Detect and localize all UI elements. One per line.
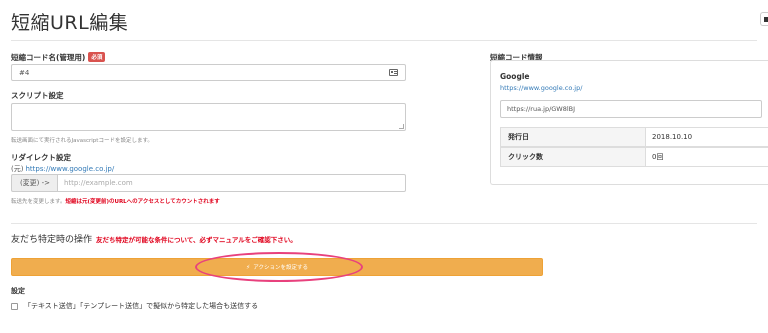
script-textarea[interactable] <box>11 103 406 131</box>
redirect-help-text: 転送先を変更します。 <box>11 199 66 205</box>
stat-value: 0回 <box>652 153 664 161</box>
script-label: スクリプト設定 <box>11 91 64 100</box>
bolt-icon: ⚡ <box>246 263 251 271</box>
resend-option-row[interactable]: 「テキスト送信」「テンプレート送信」で擬似から特定した場合も送信する <box>11 301 258 311</box>
stat-row-issue-date: 発行日 2018.10.10 <box>500 127 768 147</box>
resend-checkbox-label: 「テキスト送信」「テンプレート送信」で擬似から特定した場合も送信する <box>24 302 259 310</box>
friend-section-note: 友だち特定が可能な条件について、必ずマニュアルをご確認下さい。 <box>96 236 297 244</box>
redirect-help-warning: 短縮は元(変更前)のURLへのアクセスとしてカウントされます <box>65 199 220 205</box>
redirect-url-placeholder: http://example.com <box>64 179 133 187</box>
change-addon: (変更) -> <box>11 174 58 192</box>
redirect-help: 転送先を変更します。短縮は元(変更前)のURLへのアクセスとしてカウントされます <box>11 197 220 205</box>
info-panel: Google https://www.google.co.jp/ https:/… <box>490 60 768 185</box>
short-code-name-value: #4 <box>19 68 30 77</box>
redirect-url-input[interactable]: http://example.com <box>57 174 406 192</box>
stat-label: クリック数 <box>501 148 646 166</box>
original-url-label: (元) <box>11 165 24 173</box>
settings-label: 設定 <box>11 287 25 295</box>
original-url-row: (元) https://www.google.co.jp/ <box>11 164 114 174</box>
resend-checkbox[interactable] <box>11 302 18 310</box>
title-divider <box>11 40 757 41</box>
stat-label: 発行日 <box>501 128 646 146</box>
short-code-name-label: 短縮コード名(管理用) 必須 <box>11 52 106 63</box>
script-help: 転送画面にて実行されるJavascriptコードを設定します。 <box>11 138 153 144</box>
friend-section-title: 友だち特定時の操作 <box>11 235 93 245</box>
set-action-button-label: アクションを設定する <box>253 265 308 271</box>
page-title: 短縮URL編集 <box>11 12 129 34</box>
site-name: Google <box>500 72 530 81</box>
corner-menu-button[interactable] <box>760 12 768 26</box>
short-url-field[interactable]: https://rua.jp/GW8lBJ <box>500 100 762 118</box>
short-code-name-input[interactable]: #4 <box>11 64 406 81</box>
short-code-name-label-text: 短縮コード名(管理用) <box>11 53 86 62</box>
section-divider <box>11 223 757 224</box>
required-badge: 必須 <box>88 52 106 62</box>
stat-row-click-count: クリック数 0回 <box>500 147 768 167</box>
site-url-link[interactable]: https://www.google.co.jp/ <box>500 84 582 92</box>
redirect-label: リダイレクト設定 <box>11 153 71 162</box>
id-card-icon <box>389 69 398 76</box>
original-url-link[interactable]: https://www.google.co.jp/ <box>25 165 114 173</box>
stat-value: 2018.10.10 <box>652 133 693 141</box>
friend-section-heading: 友だち特定時の操作 友だち特定が可能な条件について、必ずマニュアルをご確認下さい。 <box>11 232 297 245</box>
set-action-button[interactable]: ⚡ アクションを設定する <box>11 258 543 276</box>
